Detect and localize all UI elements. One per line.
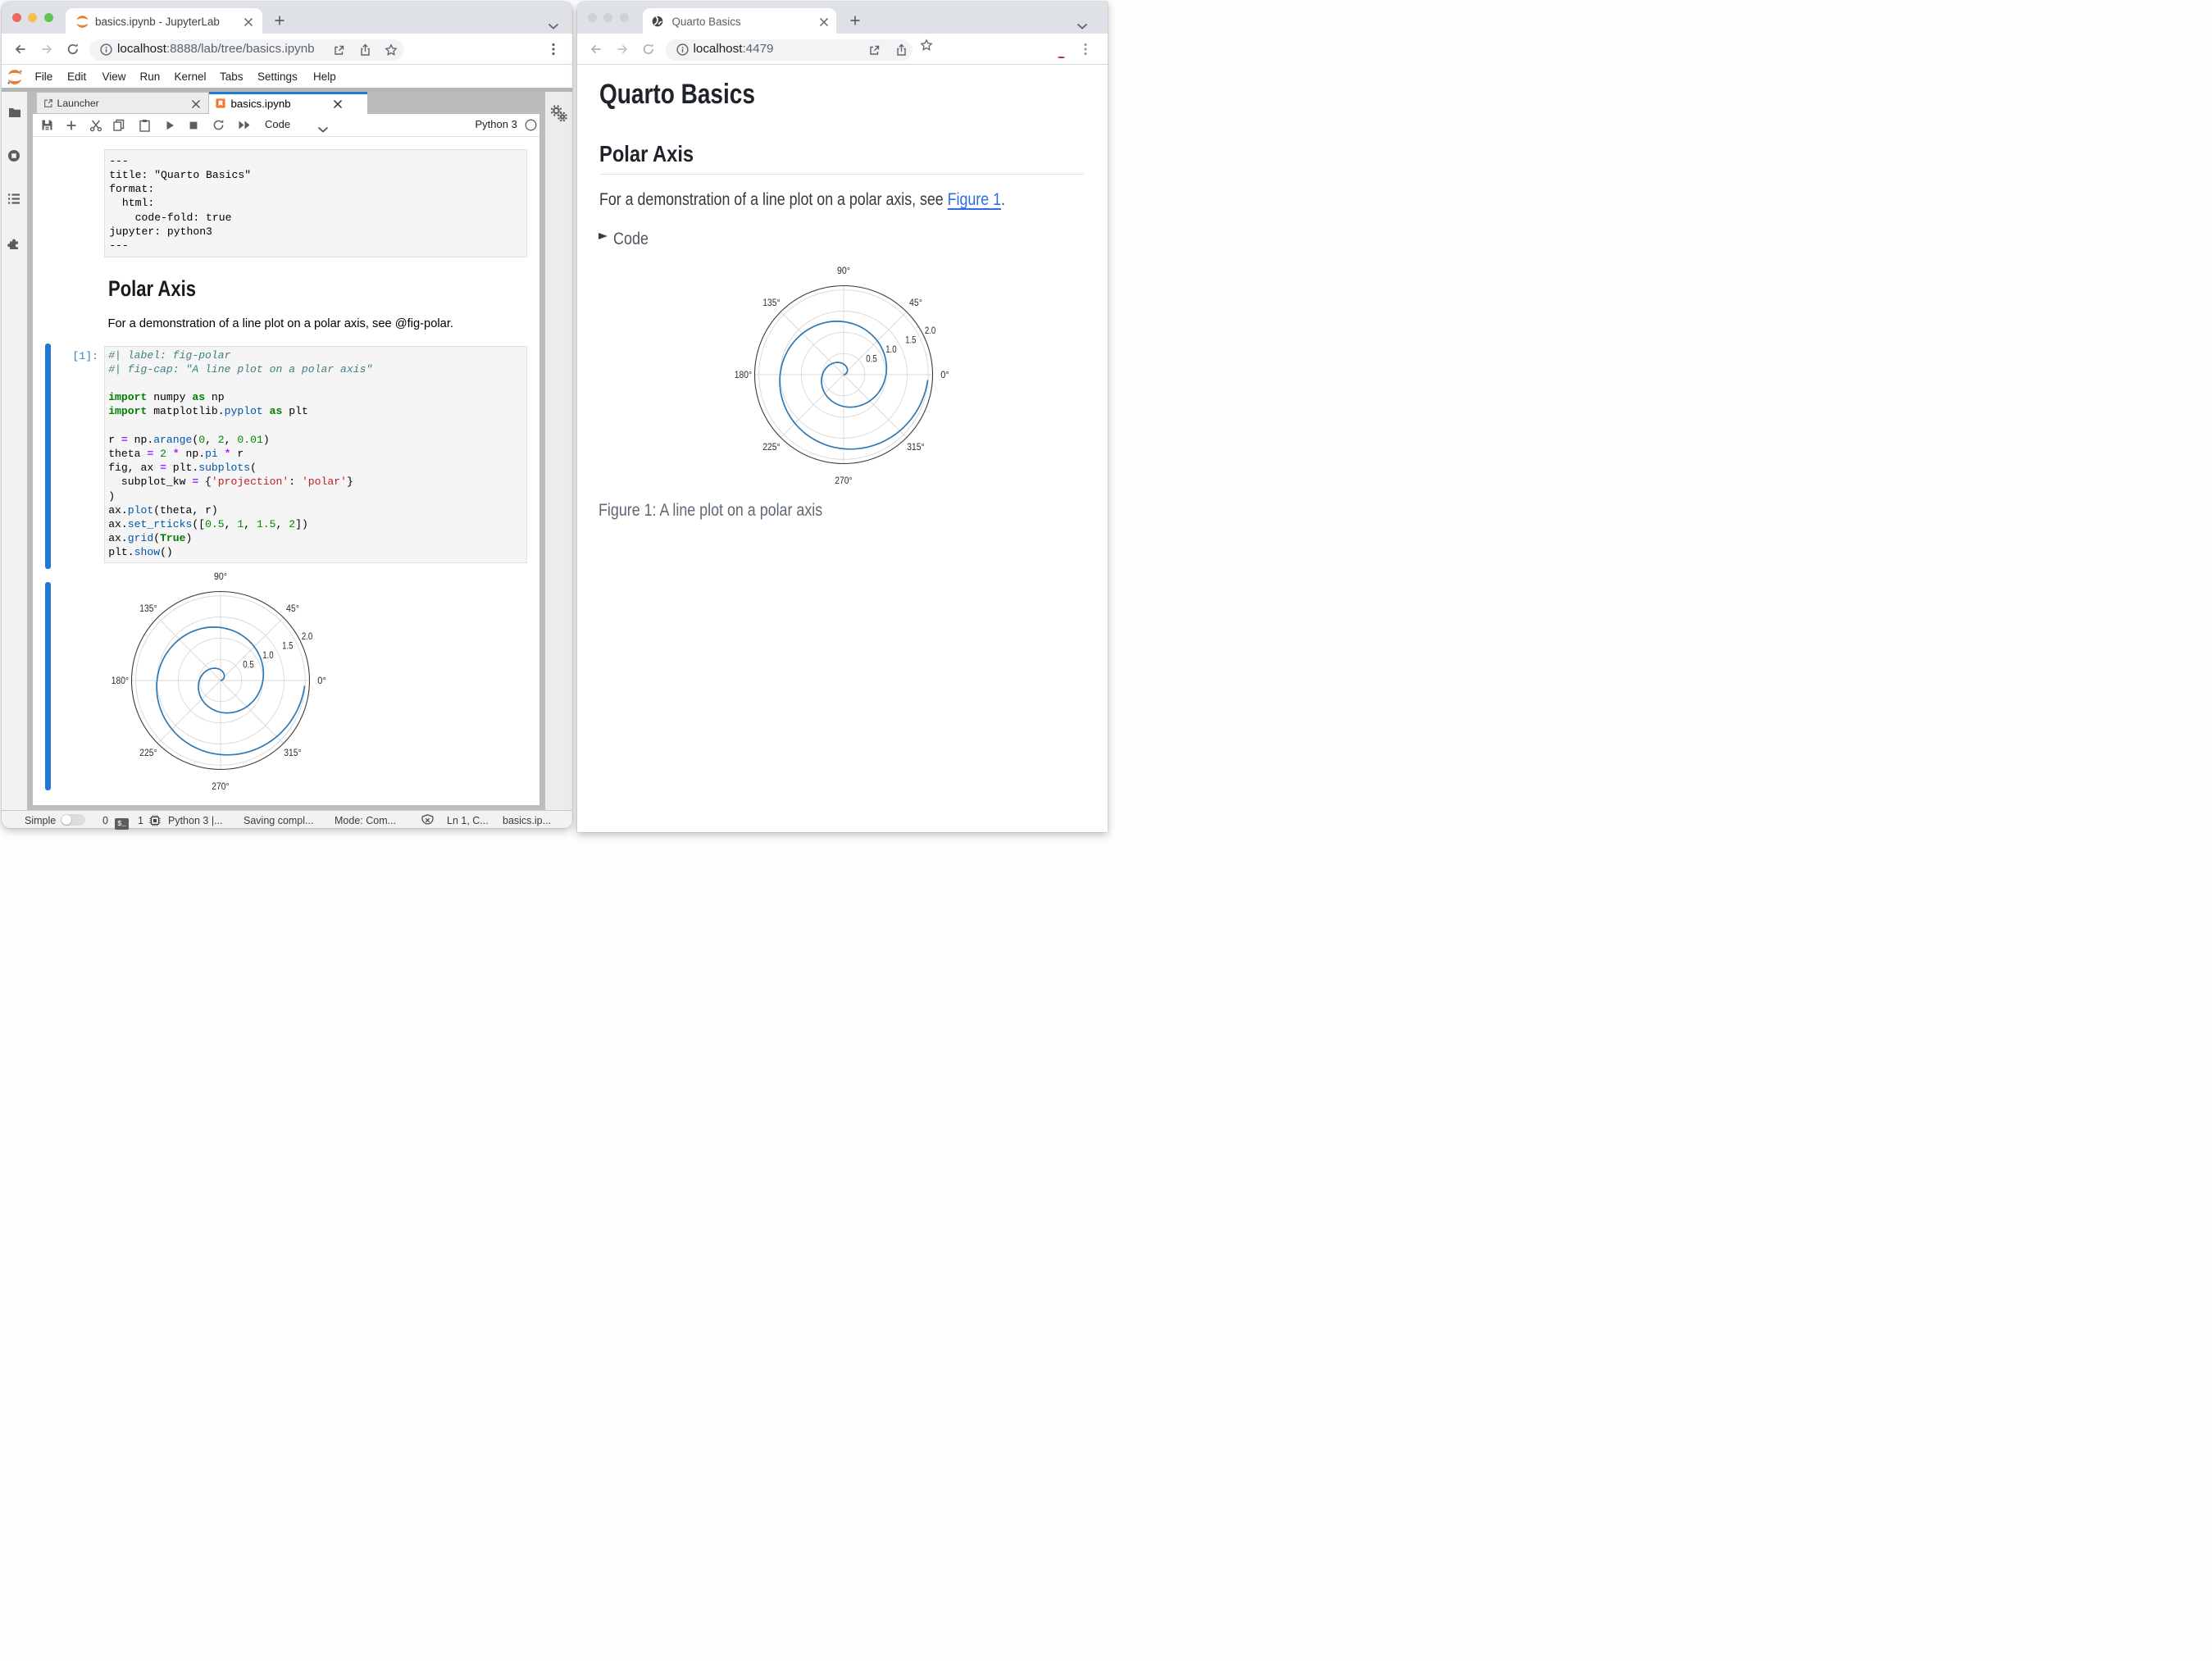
svg-text:225°: 225° xyxy=(762,441,780,453)
svg-text:45°: 45° xyxy=(909,297,922,308)
svg-text:2.0: 2.0 xyxy=(924,325,935,336)
svg-text:0.5: 0.5 xyxy=(866,353,877,364)
svg-text:2.0: 2.0 xyxy=(302,630,313,642)
svg-text:0°: 0° xyxy=(940,369,949,380)
svg-text:1.5: 1.5 xyxy=(282,640,294,652)
svg-text:315°: 315° xyxy=(284,747,301,758)
svg-text:135°: 135° xyxy=(139,603,157,614)
svg-text:135°: 135° xyxy=(762,297,780,308)
svg-text:1.0: 1.0 xyxy=(262,649,274,661)
svg-text:270°: 270° xyxy=(212,780,229,792)
svg-text:90°: 90° xyxy=(214,571,227,582)
svg-text:180°: 180° xyxy=(734,369,751,380)
svg-text:0°: 0° xyxy=(317,675,326,686)
svg-text:225°: 225° xyxy=(139,747,157,758)
svg-text:45°: 45° xyxy=(286,603,299,614)
svg-text:270°: 270° xyxy=(835,475,852,486)
svg-text:315°: 315° xyxy=(907,441,924,453)
svg-text:1.0: 1.0 xyxy=(885,344,897,355)
svg-text:0.5: 0.5 xyxy=(243,659,254,671)
svg-text:1.5: 1.5 xyxy=(905,334,917,345)
svg-text:180°: 180° xyxy=(112,675,129,686)
svg-text:90°: 90° xyxy=(837,265,850,276)
